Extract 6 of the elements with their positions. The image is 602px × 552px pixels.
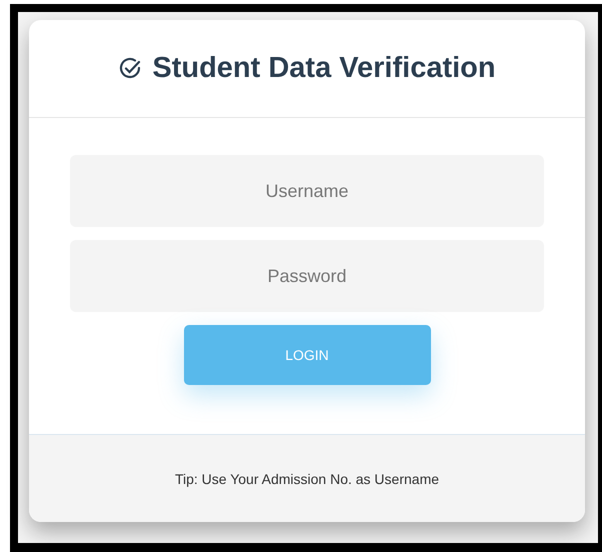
check-circle-icon bbox=[118, 56, 142, 80]
card-title: Student Data Verification bbox=[152, 52, 496, 85]
tip-text: Tip: Use Your Admission No. as Username bbox=[174, 470, 440, 486]
input-field[interactable]: Password bbox=[70, 240, 544, 312]
input-field[interactable]: Username bbox=[70, 155, 544, 227]
login-button[interactable]: LOGIN bbox=[184, 325, 430, 385]
